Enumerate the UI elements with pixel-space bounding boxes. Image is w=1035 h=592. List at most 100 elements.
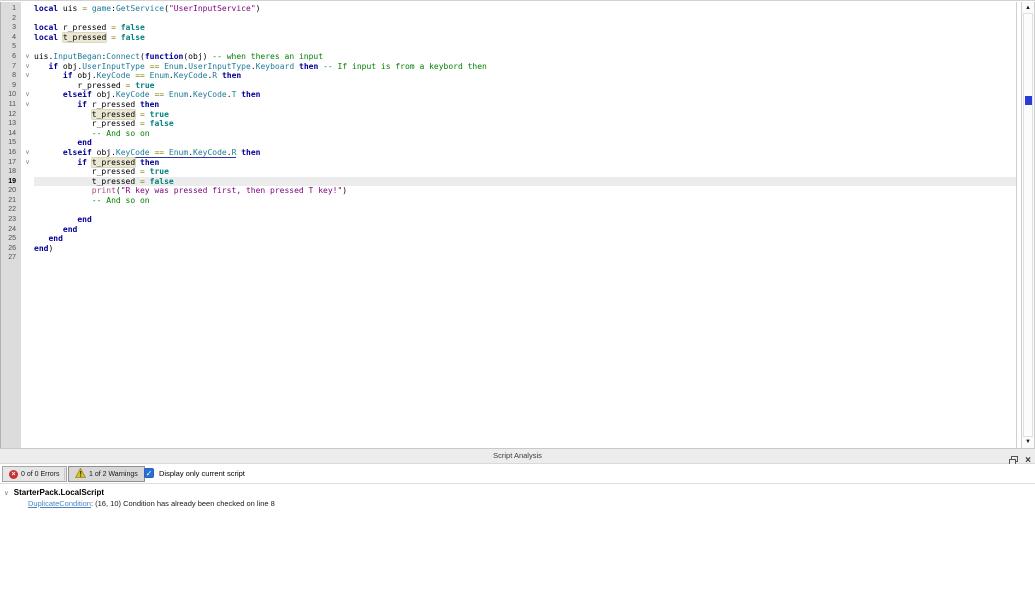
- line-number: 9: [12, 81, 16, 89]
- line-number: 23: [8, 216, 16, 224]
- code-line[interactable]: 4 local t_pressed = false: [0, 32, 1016, 43]
- fold-gutter: [21, 167, 34, 177]
- errors-filter-button[interactable]: × 0 of 0 Errors: [2, 466, 67, 482]
- scrollbar-thumb[interactable]: [1023, 13, 1033, 437]
- fold-arrow-icon[interactable]: ∨: [21, 71, 34, 81]
- tree-item-warning[interactable]: DuplicateCondition: (16, 10) Condition h…: [28, 499, 275, 508]
- line-number: 16: [8, 148, 16, 156]
- fold-gutter: [21, 81, 34, 91]
- line-number: 14: [8, 129, 16, 137]
- code-text: elseif obj.KeyCode == Enum.KeyCode.R the…: [62, 147, 261, 158]
- line-number: 12: [8, 110, 16, 118]
- code-line[interactable]: 21 -- And so on: [0, 196, 1016, 206]
- code-line[interactable]: 12 t_pressed = true: [0, 109, 1016, 120]
- code-line[interactable]: 1 local uis = game:GetService("UserInputS…: [0, 4, 1016, 14]
- line-number: 7: [12, 62, 16, 70]
- fold-gutter: [21, 177, 34, 187]
- panel-title: Script Analysis: [493, 451, 542, 460]
- fold-arrow-icon[interactable]: ∨: [21, 158, 34, 168]
- code-line[interactable]: 10 ∨ elseif obj.KeyCode == Enum.KeyCode.T…: [0, 90, 1016, 100]
- warning-icon: [74, 467, 87, 480]
- fold-gutter: [21, 14, 34, 24]
- code-text: print("R key was pressed first, then pre…: [91, 186, 348, 196]
- line-number: 27: [8, 254, 16, 262]
- code-line[interactable]: 6 ∨ uis.InputBegan:Connect(function(obj) -…: [0, 52, 1016, 62]
- line-number: 6: [12, 52, 16, 60]
- code-text: if obj.UserInputType == Enum.UserInputTy…: [48, 61, 487, 71]
- vertical-scrollbar[interactable]: ▲ ▼: [1021, 2, 1035, 448]
- code-line[interactable]: 20 print("R key was pressed first, then …: [0, 186, 1016, 196]
- line-number: 5: [12, 43, 16, 51]
- code-line[interactable]: 22: [0, 205, 1016, 215]
- code-line[interactable]: 8 ∨ if obj.KeyCode == Enum.KeyCode.R then: [0, 71, 1016, 81]
- code-line[interactable]: 27: [0, 253, 1016, 263]
- code-text: end: [62, 224, 78, 234]
- fold-gutter: [21, 129, 34, 139]
- code-line[interactable]: 16 ∨ elseif obj.KeyCode == Enum.KeyCode.R…: [0, 147, 1016, 158]
- fold-gutter: [21, 110, 34, 120]
- fold-arrow-icon[interactable]: ∨: [21, 148, 34, 158]
- scrollbar-warning-marker: [1025, 96, 1032, 105]
- code-text: t_pressed = false: [34, 176, 1016, 187]
- code-text: end): [34, 243, 54, 253]
- fold-gutter: [21, 23, 34, 33]
- tree-item-script[interactable]: ∨ StarterPack.LocalScript: [4, 488, 104, 497]
- error-icon: ×: [9, 469, 18, 479]
- fold-arrow-icon[interactable]: ∨: [21, 90, 34, 100]
- code-text: if t_pressed then: [77, 157, 160, 167]
- line-number: 15: [8, 139, 16, 147]
- code-line[interactable]: 2: [0, 14, 1016, 24]
- fold-gutter: [21, 4, 34, 14]
- code-text: r_pressed = true: [34, 80, 155, 90]
- line-number: 18: [8, 168, 16, 176]
- fold-arrow-icon[interactable]: ∨: [21, 100, 34, 110]
- line-number: 26: [8, 244, 16, 252]
- code-line[interactable]: 25 end: [0, 234, 1016, 244]
- code-lines: 1 local uis = game:GetService("UserInputS…: [0, 4, 1016, 263]
- code-text: end: [77, 215, 92, 225]
- code-line[interactable]: 24 end: [0, 225, 1016, 235]
- code-editor[interactable]: 1 local uis = game:GetService("UserInputS…: [0, 2, 1017, 448]
- code-line[interactable]: 17 ∨ if t_pressed then: [0, 157, 1016, 168]
- code-line[interactable]: 19 t_pressed = false: [0, 176, 1016, 187]
- tree-expander-icon[interactable]: ∨: [4, 489, 9, 497]
- line-number: 10: [8, 91, 16, 99]
- script-analysis-titlebar: Script Analysis ×: [0, 448, 1035, 466]
- code-line[interactable]: 23 end: [0, 215, 1016, 225]
- line-number: 17: [8, 158, 16, 166]
- fold-gutter: [21, 119, 34, 129]
- code-line[interactable]: 14 -- And so on: [0, 129, 1016, 139]
- fold-arrow-icon[interactable]: ∨: [21, 52, 34, 62]
- code-line[interactable]: 11 ∨ if r_pressed then: [0, 100, 1016, 110]
- code-text: -- And so on: [91, 128, 150, 138]
- code-line[interactable]: 9 r_pressed = true: [0, 81, 1016, 91]
- warning-rule-link[interactable]: DuplicateCondition: [28, 499, 91, 508]
- warning-message: : (16, 10) Condition has already been ch…: [90, 499, 275, 508]
- fold-gutter: [21, 33, 34, 43]
- code-text: if r_pressed then: [77, 99, 160, 109]
- code-line[interactable]: 13 r_pressed = false: [0, 119, 1016, 129]
- line-number: 13: [8, 120, 16, 128]
- code-text: t_pressed = true: [91, 109, 169, 119]
- code-text: if obj.KeyCode == Enum.KeyCode.R then: [62, 71, 242, 81]
- line-number: 4: [12, 33, 16, 41]
- fold-gutter: [21, 138, 34, 148]
- code-line[interactable]: 3 local r_pressed = false: [0, 23, 1016, 33]
- code-line[interactable]: 15 end: [0, 138, 1016, 148]
- code-line[interactable]: 5: [0, 42, 1016, 52]
- fold-gutter: [21, 234, 34, 244]
- line-number: 22: [8, 206, 16, 214]
- fold-arrow-icon[interactable]: ∨: [21, 62, 34, 72]
- warnings-filter-button[interactable]: 1 of 2 Warnings: [68, 466, 145, 482]
- code-line[interactable]: 26 end): [0, 244, 1016, 254]
- display-only-current-script-checkbox[interactable]: ✓: [144, 468, 154, 478]
- fold-gutter: [21, 253, 34, 263]
- code-line[interactable]: 7 ∨ if obj.UserInputType == Enum.UserInpu…: [0, 62, 1016, 72]
- code-line[interactable]: 18 r_pressed = true: [0, 167, 1016, 177]
- scroll-down-icon[interactable]: ▼: [1022, 438, 1034, 446]
- code-text: r_pressed = true: [34, 167, 169, 177]
- scroll-up-icon[interactable]: ▲: [1022, 4, 1034, 12]
